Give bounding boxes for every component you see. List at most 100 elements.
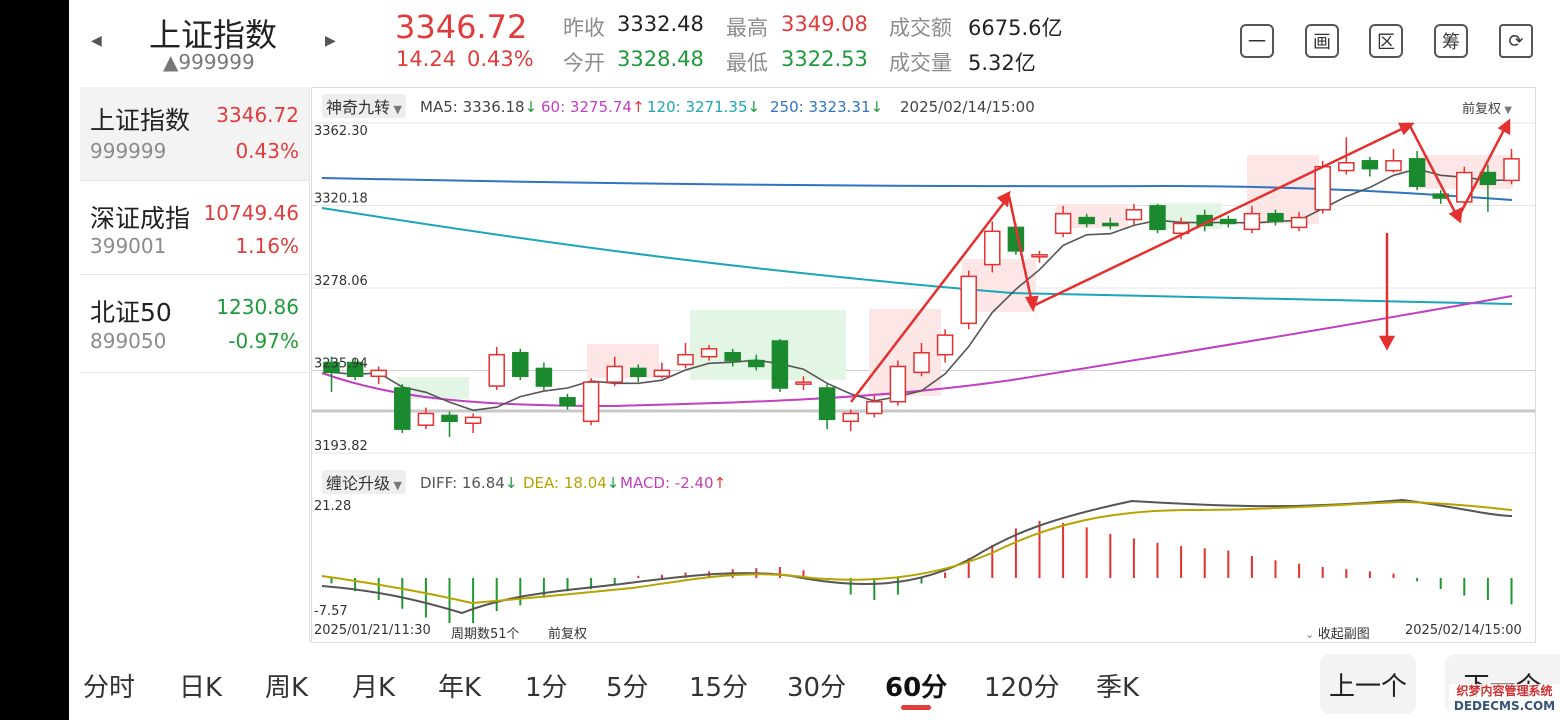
collapse-label: 收起副图 <box>1317 627 1370 642</box>
tab-intraday[interactable]: 分时 <box>83 667 135 704</box>
volume-value: 5.32亿 <box>968 51 1036 75</box>
sidebar-item-price: 1230.86 <box>216 295 299 319</box>
y-axis-label: 3193.82 <box>314 439 368 454</box>
candle-body[interactable] <box>1078 216 1095 225</box>
sidebar-item-code: 399001 <box>90 234 167 258</box>
tab-daily[interactable]: 日K <box>179 667 222 704</box>
low-value: 3322.53 <box>781 47 868 71</box>
candle-body[interactable] <box>889 365 907 403</box>
collapse-subchart-button[interactable]: ⌄ 收起副图 <box>1305 623 1370 642</box>
region-icon[interactable]: 区 <box>1369 24 1403 58</box>
tab-30min[interactable]: 30分 <box>787 667 846 704</box>
price-change-pct: 0.43% <box>467 47 534 71</box>
minus-icon[interactable]: 一 <box>1240 24 1274 58</box>
x-start-time: 2025/01/21/11:30 <box>314 623 431 638</box>
current-price: 3346.72 <box>395 8 528 46</box>
chip-icon[interactable]: 筹 <box>1434 24 1468 58</box>
candle-body[interactable] <box>464 416 482 425</box>
sidebar-item-name: 深证成指 <box>90 204 191 233</box>
candle-body[interactable] <box>771 340 789 389</box>
amount-label: 成交额 <box>889 16 952 40</box>
high-label: 最高 <box>726 16 768 40</box>
sidebar-item-name: 北证50 <box>90 298 172 327</box>
candle-body[interactable] <box>1102 222 1119 227</box>
sidebar-item-price: 3346.72 <box>216 103 299 127</box>
kline-panel[interactable]: 神奇九转 ▼ MA5: 3336.18↓ 60: 3275.74↑ 120: 3… <box>311 87 1536 643</box>
sidebar-item-sh[interactable]: 上证指数 3346.72 999999 0.43% <box>80 87 309 181</box>
sub-indicator-name: 缠论升级 <box>326 474 391 493</box>
candle-body[interactable] <box>559 397 576 407</box>
candle-body[interactable] <box>535 367 553 387</box>
candle-body[interactable] <box>795 381 812 385</box>
candle-body[interactable] <box>630 367 647 378</box>
prev-stock-button[interactable]: 上一个 <box>1320 654 1416 714</box>
tab-quarterly[interactable]: 季K <box>1096 667 1139 704</box>
candle-body[interactable] <box>1290 216 1308 229</box>
candle-body[interactable] <box>370 369 387 378</box>
rotate-screen-icon[interactable]: ⟳ <box>1499 24 1533 58</box>
macd-chart[interactable] <box>312 498 1535 623</box>
candle-body[interactable] <box>724 352 741 362</box>
macd-value: MACD: -2.40↑ <box>620 474 727 492</box>
tab-15min[interactable]: 15分 <box>689 667 748 704</box>
sidebar-item-code: 999999 <box>90 139 167 163</box>
candle-body[interactable] <box>842 412 859 423</box>
candle-body[interactable] <box>1361 160 1379 170</box>
candle-body[interactable] <box>1338 162 1355 172</box>
prev-index-arrow[interactable]: ◀ <box>91 33 102 49</box>
candle-body[interactable] <box>582 381 600 423</box>
tab-1min[interactable]: 1分 <box>525 667 568 704</box>
price-chart[interactable]: 3362.30 3320.18 3278.06 3235.94 3193.82 <box>312 88 1535 468</box>
candle-body[interactable] <box>441 414 458 423</box>
candle-body[interactable] <box>606 365 623 383</box>
sidebar-item-pct: -0.97% <box>228 329 299 353</box>
candle-body[interactable] <box>1125 209 1143 221</box>
tab-yearly[interactable]: 年K <box>438 667 481 704</box>
candle-body[interactable] <box>748 359 765 368</box>
prev-close-label: 昨收 <box>563 16 605 40</box>
price-change: 14.24 <box>396 47 457 71</box>
candle-body[interactable] <box>1503 158 1520 182</box>
sub-indicator-selector[interactable]: 缠论升级 ▼ <box>322 470 406 494</box>
tab-5min[interactable]: 5分 <box>606 667 649 704</box>
prev-close-value: 3332.48 <box>617 12 704 36</box>
candle-body[interactable] <box>1054 212 1072 235</box>
sidebar-divider <box>309 87 310 643</box>
next-index-arrow[interactable]: ▶ <box>325 33 336 49</box>
candle-body[interactable] <box>488 353 505 387</box>
watermark: 织梦内容管理系统 DEDECMS.COM <box>1449 684 1560 718</box>
candle-body[interactable] <box>1149 205 1166 231</box>
candle-body[interactable] <box>394 387 411 430</box>
dea-value: DEA: 18.04↓ <box>523 474 620 492</box>
tab-60min[interactable]: 60分 <box>885 667 947 704</box>
tab-monthly[interactable]: 月K <box>352 667 395 704</box>
high-value: 3349.08 <box>781 12 868 36</box>
candle-body[interactable] <box>1243 212 1261 231</box>
draw-icon[interactable]: 画 <box>1305 24 1339 58</box>
app-frame: ◀ 上证指数 ▲999999 ▶ 3346.72 14.24 0.43% 昨收 … <box>69 0 1560 720</box>
candle-body[interactable] <box>818 387 836 421</box>
candle-body[interactable] <box>1479 171 1497 186</box>
sidebar-item-bz[interactable]: 北证50 1230.86 899050 -0.97% <box>80 275 309 373</box>
candle-body[interactable] <box>1408 158 1426 188</box>
watermark-line2: DEDECMS.COM <box>1453 699 1556 713</box>
candle-body[interactable] <box>913 352 930 374</box>
candle-body[interactable] <box>417 412 435 426</box>
candle-body[interactable] <box>677 353 694 366</box>
candle-body[interactable] <box>700 348 718 358</box>
candle-body[interactable] <box>1267 212 1284 223</box>
candle-body[interactable] <box>653 369 671 378</box>
candle-body[interactable] <box>866 400 883 415</box>
candle-body[interactable] <box>1220 218 1237 225</box>
candle-body[interactable] <box>936 334 954 356</box>
candle-body[interactable] <box>1385 160 1402 172</box>
active-tab-indicator <box>901 705 931 710</box>
sidebar-item-sz[interactable]: 深证成指 10749.46 399001 1.16% <box>80 181 309 275</box>
candle-body[interactable] <box>960 275 977 325</box>
tab-weekly[interactable]: 周K <box>265 667 308 704</box>
candle-body[interactable] <box>1314 165 1331 211</box>
tab-120min[interactable]: 120分 <box>984 667 1060 704</box>
candle-body[interactable] <box>984 230 1001 266</box>
candle-body[interactable] <box>1031 254 1048 258</box>
candle-body[interactable] <box>512 352 529 378</box>
